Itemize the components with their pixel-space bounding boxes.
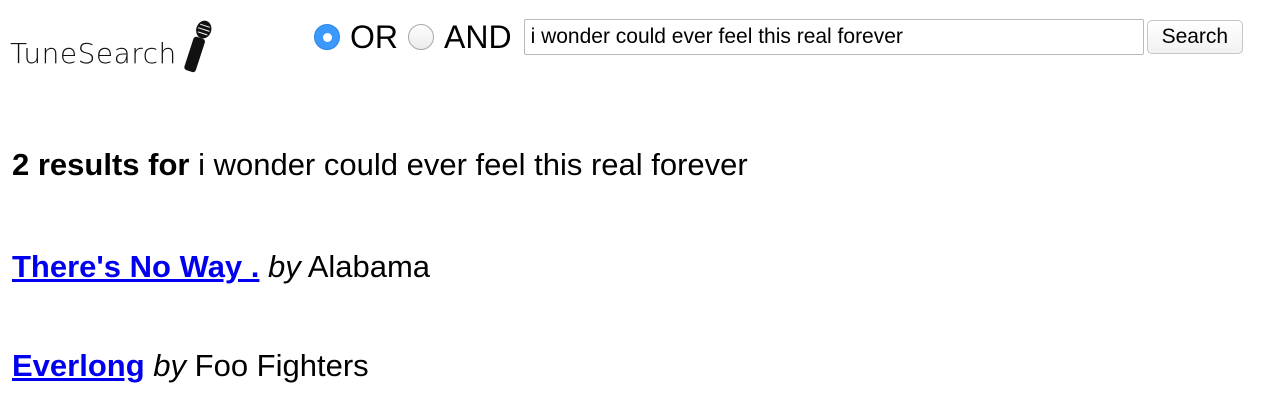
or-radio[interactable]	[314, 24, 340, 50]
results-query: i wonder could ever feel this real forev…	[198, 147, 748, 182]
and-radio[interactable]	[408, 24, 434, 50]
result-artist: Foo Fighters	[194, 348, 369, 383]
result-by-label: by	[268, 249, 301, 284]
page: TuneSearch OR AND Search 2 results for i…	[0, 0, 1288, 412]
logo-text: TuneSearch	[10, 37, 177, 70]
result-item: There's No Way . by Alabama	[12, 248, 430, 285]
or-radio-label[interactable]: OR	[350, 21, 398, 53]
result-artist: Alabama	[307, 249, 431, 284]
results-heading: 2 results for i wonder could ever feel t…	[12, 146, 748, 183]
search-controls: OR AND Search	[314, 18, 1244, 56]
result-by-label: by	[153, 348, 187, 383]
logo[interactable]: TuneSearch	[10, 18, 213, 76]
microphone-icon	[184, 20, 212, 73]
and-radio-label[interactable]: AND	[444, 21, 512, 53]
result-item: Everlong by Foo Fighters	[12, 347, 369, 384]
results-count: 2 results for	[12, 147, 190, 182]
search-button[interactable]: Search	[1146, 20, 1244, 54]
result-title-link[interactable]: Everlong	[12, 348, 145, 383]
result-title-link[interactable]: There's No Way .	[12, 249, 259, 284]
search-input[interactable]	[523, 19, 1144, 55]
